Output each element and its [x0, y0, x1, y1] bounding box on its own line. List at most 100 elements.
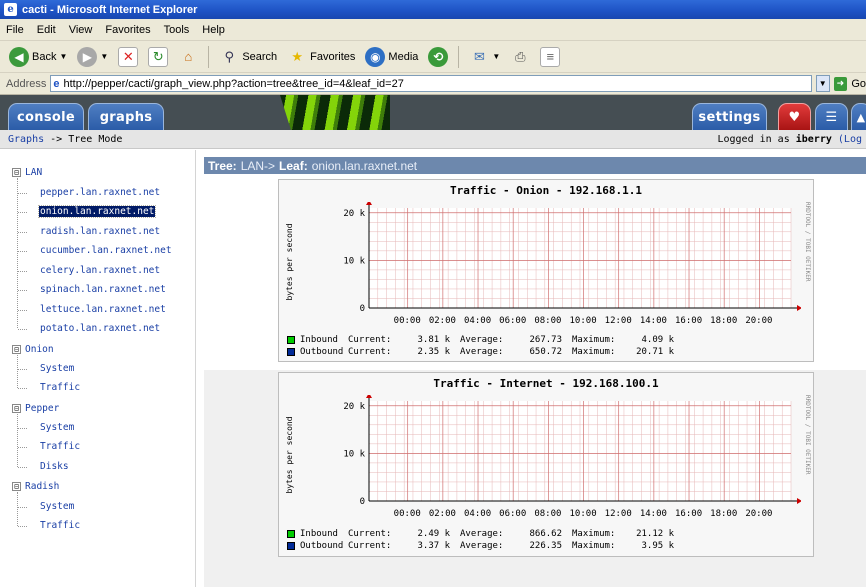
- media-label: Media: [388, 50, 419, 63]
- go-button[interactable]: Go: [851, 78, 866, 90]
- tab-preview-view[interactable]: ▲: [851, 103, 866, 130]
- x-tick-label: 04:00: [464, 509, 492, 519]
- tree-connector: [18, 447, 27, 448]
- tree-leaf-onion-selected[interactable]: onion.lan.raxnet.net: [37, 205, 157, 218]
- history-icon: ⟲: [428, 46, 449, 67]
- go-arrow-icon[interactable]: ➜: [833, 76, 848, 91]
- menu-edit[interactable]: Edit: [37, 24, 56, 36]
- page-icon: e: [53, 77, 60, 90]
- edit-page-icon: ≡: [540, 46, 561, 67]
- tree-connector: [18, 526, 27, 527]
- x-tick-label: 00:00: [393, 509, 421, 519]
- mail-button[interactable]: ✉ ▼: [466, 45, 503, 69]
- tree-leaf-pepper-system[interactable]: System: [40, 422, 74, 433]
- tree-node-label[interactable]: Pepper: [25, 403, 59, 414]
- tab-graphs[interactable]: graphs: [88, 103, 164, 130]
- collapse-icon[interactable]: ⊟: [12, 168, 21, 177]
- tree-connector: [17, 414, 18, 467]
- collapse-icon[interactable]: ⊟: [12, 404, 21, 413]
- stop-button[interactable]: ✕: [115, 45, 141, 69]
- graph-view: Tree: LAN-> Leaf: onion.lan.raxnet.net T…: [197, 150, 866, 587]
- print-button[interactable]: ⎙: [507, 45, 533, 69]
- menu-tools[interactable]: Tools: [164, 24, 190, 36]
- address-dropdown-icon[interactable]: ▼: [815, 75, 830, 92]
- edit-button[interactable]: ≡: [537, 45, 563, 69]
- legend-key: Maximum:: [572, 529, 616, 539]
- address-input[interactable]: e http://pepper/cacti/graph_view.php?act…: [50, 75, 812, 92]
- refresh-button[interactable]: ↻: [145, 45, 171, 69]
- tab-tree-view[interactable]: ♥: [778, 103, 811, 130]
- stop-icon: ✕: [118, 46, 139, 67]
- tree-leaf-onion-traffic[interactable]: Traffic: [40, 382, 80, 393]
- tree-leaf-spinach[interactable]: spinach.lan.raxnet.net: [40, 284, 166, 295]
- traffic-graph-internet[interactable]: Traffic - Internet - 192.168.100.1 bytes…: [278, 372, 814, 557]
- tree-leaf-header: Tree: LAN-> Leaf: onion.lan.raxnet.net: [204, 157, 866, 174]
- legend-key: Maximum:: [572, 541, 616, 551]
- tree-leaf-radish[interactable]: radish.lan.raxnet.net: [40, 226, 160, 237]
- graph-tree: ⊟ LAN pepper.lan.raxnet.net onion.lan.ra…: [0, 150, 196, 587]
- tree-leaf-lettuce[interactable]: lettuce.lan.raxnet.net: [40, 304, 166, 315]
- legend-average: 866.62: [529, 529, 562, 539]
- x-tick-label: 20:00: [745, 316, 773, 326]
- legend-key: Current:: [348, 541, 392, 551]
- toolbar-separator-2: [458, 45, 460, 68]
- logout-link[interactable]: (Log: [838, 134, 862, 145]
- menu-view[interactable]: View: [69, 24, 93, 36]
- forward-button[interactable]: ▶ ▼: [74, 45, 111, 69]
- tree-node-label[interactable]: LAN: [25, 167, 42, 178]
- menu-file[interactable]: File: [6, 24, 24, 36]
- tree-node-lan[interactable]: ⊟ LAN: [12, 167, 42, 178]
- mail-dropdown-icon[interactable]: ▼: [492, 52, 500, 61]
- tree-connector: [18, 428, 27, 429]
- search-label: Search: [242, 50, 278, 63]
- media-button[interactable]: ◉ Media: [362, 45, 421, 69]
- login-user: iberry: [795, 133, 832, 145]
- tree-node-label[interactable]: Onion: [25, 344, 54, 355]
- tree-leaf-pepper-traffic[interactable]: Traffic: [40, 441, 80, 452]
- back-button[interactable]: ◀ Back ▼: [6, 45, 70, 69]
- history-button[interactable]: ⟲: [425, 45, 451, 69]
- collapse-icon[interactable]: ⊟: [12, 345, 21, 354]
- breadcrumb-graphs-link[interactable]: Graphs: [8, 134, 44, 145]
- tree-node-radish[interactable]: ⊟ Radish: [12, 481, 59, 492]
- x-tick-label: 20:00: [745, 509, 773, 519]
- tree-node-label[interactable]: Radish: [25, 481, 59, 492]
- legend-key: Current:: [348, 335, 392, 345]
- tree-leaf-onion-system[interactable]: System: [40, 363, 74, 374]
- x-tick-label: 16:00: [675, 316, 703, 326]
- legend-inbound: Inbound Current: 2.49 k Average: 866.62 …: [287, 528, 684, 540]
- tree-node-onion[interactable]: ⊟ Onion: [12, 344, 54, 355]
- x-axis-arrow: [797, 305, 801, 311]
- tab-console[interactable]: console: [8, 103, 84, 130]
- forward-dropdown-icon[interactable]: ▼: [100, 52, 108, 61]
- collapse-icon[interactable]: ⊟: [12, 482, 21, 491]
- traffic-graph-onion[interactable]: Traffic - Onion - 192.168.1.1 bytes per …: [278, 179, 814, 362]
- tree-connector: [17, 492, 18, 526]
- tree-node-pepper[interactable]: ⊟ Pepper: [12, 403, 59, 414]
- favorites-button[interactable]: ★ Favorites: [284, 45, 358, 69]
- x-tick-label: 02:00: [428, 316, 456, 326]
- tree-leaf-potato[interactable]: potato.lan.raxnet.net: [40, 323, 160, 334]
- tree-leaf-radish-system[interactable]: System: [40, 501, 74, 512]
- forward-arrow-icon: ▶: [77, 46, 98, 67]
- menu-favorites[interactable]: Favorites: [105, 24, 150, 36]
- home-button[interactable]: ⌂: [175, 45, 201, 69]
- tree-label: Tree:: [208, 158, 237, 173]
- tree-connector: [17, 355, 18, 388]
- tree-leaf-pepper[interactable]: pepper.lan.raxnet.net: [40, 187, 160, 198]
- x-tick-label: 18:00: [710, 509, 738, 519]
- menu-help[interactable]: Help: [202, 24, 225, 36]
- graph-row: Traffic - Internet - 192.168.100.1 bytes…: [204, 370, 866, 587]
- x-tick-label: 12:00: [604, 509, 632, 519]
- tree-leaf-celery[interactable]: celery.lan.raxnet.net: [40, 265, 160, 276]
- back-dropdown-icon[interactable]: ▼: [59, 52, 67, 61]
- x-tick-label: 18:00: [710, 316, 738, 326]
- tab-list-view[interactable]: ☰: [815, 103, 848, 130]
- rrdtool-credit: RRDTOOL / TOBI OETIKER: [804, 395, 811, 475]
- tree-leaf-radish-traffic[interactable]: Traffic: [40, 520, 80, 531]
- tree-leaf-pepper-disks[interactable]: Disks: [40, 461, 69, 472]
- tab-settings[interactable]: settings: [692, 103, 767, 130]
- leaf-name: onion.lan.raxnet.net: [311, 158, 418, 173]
- search-button[interactable]: ⚲ Search: [216, 45, 280, 69]
- tree-leaf-cucumber[interactable]: cucumber.lan.raxnet.net: [40, 245, 172, 256]
